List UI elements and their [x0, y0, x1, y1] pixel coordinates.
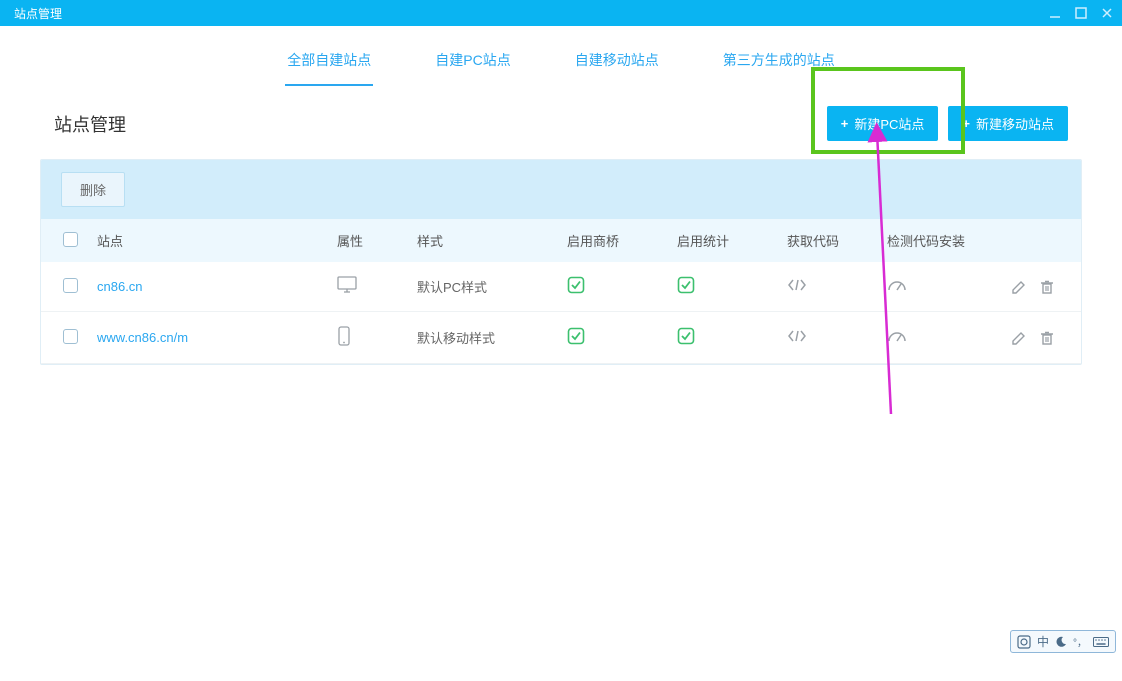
maximize-icon[interactable] — [1074, 6, 1088, 20]
tab-third-party[interactable]: 第三方生成的站点 — [721, 44, 837, 86]
keyboard-icon[interactable] — [1093, 637, 1109, 647]
page-title: 站点管理 — [54, 111, 126, 137]
content-area: 站点管理 + 新建PC站点 + 新建移动站点 删除 站点 — [0, 106, 1122, 405]
row-checkbox[interactable] — [63, 278, 78, 293]
gauge-icon[interactable] — [887, 278, 907, 292]
site-table: 站点 属性 样式 启用商桥 启用统计 获取代码 检测代码安装 cn86.cn — [41, 219, 1081, 364]
col-attr: 属性 — [329, 219, 409, 262]
trash-icon[interactable] — [1039, 330, 1055, 346]
tab-self-built-mobile[interactable]: 自建移动站点 — [573, 44, 661, 86]
col-site: 站点 — [89, 219, 329, 262]
col-actions — [989, 219, 1081, 262]
ime-language[interactable]: 中 — [1037, 633, 1049, 650]
window-controls — [1048, 6, 1114, 20]
col-check: 检测代码安装 — [879, 219, 989, 262]
trash-icon[interactable] — [1039, 279, 1055, 295]
gauge-icon[interactable] — [887, 329, 907, 343]
delete-button[interactable]: 删除 — [61, 172, 125, 207]
tab-bar: 全部自建站点 自建PC站点 自建移动站点 第三方生成的站点 — [0, 26, 1122, 86]
moon-icon[interactable] — [1055, 636, 1067, 648]
ime-punct-icon[interactable]: °， — [1073, 634, 1087, 649]
col-bridge: 启用商桥 — [559, 219, 669, 262]
action-buttons: + 新建PC站点 + 新建移动站点 — [827, 106, 1068, 141]
code-icon[interactable] — [787, 329, 807, 343]
check-toggle-icon[interactable] — [567, 327, 585, 345]
close-icon[interactable] — [1100, 6, 1114, 20]
site-link[interactable]: www.cn86.cn/m — [97, 330, 188, 345]
tab-all-self-built[interactable]: 全部自建站点 — [285, 44, 373, 86]
window-title: 站点管理 — [14, 5, 62, 22]
ime-logo-icon — [1017, 635, 1031, 649]
check-toggle-icon[interactable] — [677, 276, 695, 294]
check-toggle-icon[interactable] — [677, 327, 695, 345]
edit-icon[interactable] — [1011, 330, 1027, 346]
site-link[interactable]: cn86.cn — [97, 279, 143, 294]
minimize-icon[interactable] — [1048, 6, 1062, 20]
style-cell: 默认移动样式 — [409, 312, 559, 364]
panel-toolbar: 删除 — [41, 160, 1081, 219]
table-row: www.cn86.cn/m 默认移动样式 — [41, 312, 1081, 364]
table-header-row: 站点 属性 样式 启用商桥 启用统计 获取代码 检测代码安装 — [41, 219, 1081, 262]
edit-icon[interactable] — [1011, 279, 1027, 295]
select-all-checkbox[interactable] — [63, 232, 78, 247]
check-toggle-icon[interactable] — [567, 276, 585, 294]
desktop-icon — [337, 276, 357, 294]
col-code: 获取代码 — [779, 219, 879, 262]
table-row: cn86.cn 默认PC样式 — [41, 262, 1081, 312]
ime-toolbar[interactable]: 中 °， — [1010, 630, 1116, 653]
row-checkbox[interactable] — [63, 329, 78, 344]
style-cell: 默认PC样式 — [409, 262, 559, 312]
page-header: 站点管理 + 新建PC站点 + 新建移动站点 — [54, 106, 1068, 141]
titlebar: 站点管理 — [0, 0, 1122, 26]
plus-icon: + — [962, 116, 970, 131]
new-pc-site-button[interactable]: + 新建PC站点 — [827, 106, 939, 141]
col-style: 样式 — [409, 219, 559, 262]
tab-self-built-pc[interactable]: 自建PC站点 — [433, 44, 512, 86]
new-mobile-site-button[interactable]: + 新建移动站点 — [948, 106, 1068, 141]
code-icon[interactable] — [787, 278, 807, 292]
new-mobile-label: 新建移动站点 — [976, 114, 1054, 133]
col-stats: 启用统计 — [669, 219, 779, 262]
mobile-icon — [337, 326, 351, 346]
new-pc-label: 新建PC站点 — [854, 114, 924, 133]
site-panel: 删除 站点 属性 样式 启用商桥 启用统计 获取代码 检测代码安装 — [40, 159, 1082, 365]
plus-icon: + — [841, 116, 849, 131]
